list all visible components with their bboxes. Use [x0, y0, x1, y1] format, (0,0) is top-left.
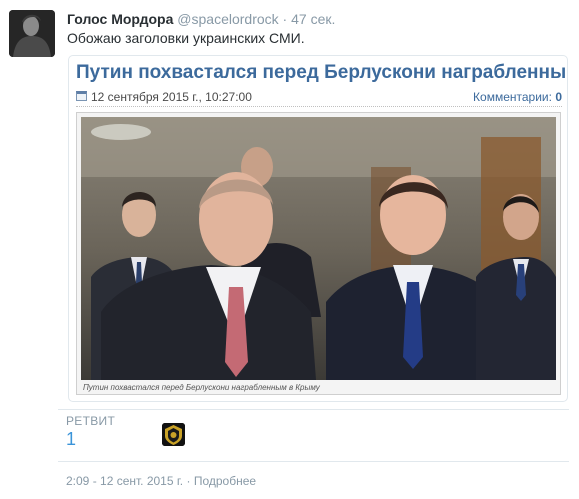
comments-count: 0 [555, 90, 562, 104]
tweet-footer: 2:09 - 12 сент. 2015 г. · Подробнее [66, 474, 256, 488]
author-avatar[interactable] [9, 10, 55, 57]
link-card[interactable]: Путин похвастался перед Берлускони награ… [68, 55, 568, 402]
photo-caption: Путин похвастался перед Берлускони награ… [83, 383, 320, 392]
author-handle[interactable]: @spacelordrock [177, 11, 278, 27]
tweet-header: Голос Мордора @spacelordrock · 47 сек. [67, 11, 335, 27]
card-headline[interactable]: Путин похвастался перед Берлускони награ… [76, 62, 567, 84]
tweet-relative-time[interactable]: 47 сек. [291, 11, 335, 27]
stats-top-divider [58, 409, 569, 410]
retweets-count[interactable]: 1 [66, 429, 115, 450]
card-meta: 12 сентября 2015 г., 10:27:00 Комментари… [76, 90, 562, 107]
header-separator: · [282, 11, 288, 27]
article-photo[interactable] [81, 117, 556, 380]
article-photo-frame: Путин похвастался перед Берлускони награ… [76, 112, 561, 395]
footer-separator: · [186, 474, 191, 488]
retweeter-avatar[interactable] [162, 423, 185, 446]
article-date: 12 сентября 2015 г., 10:27:00 [91, 90, 252, 104]
details-link[interactable]: Подробнее [194, 474, 256, 488]
comments-link[interactable]: Комментарии: 0 [473, 90, 562, 104]
author-name[interactable]: Голос Мордора [67, 11, 173, 27]
retweets-label: РЕТВИТ [66, 414, 116, 428]
comments-label: Комментарии: [473, 90, 552, 104]
tweet-text: Обожаю заголовки украинских СМИ. [67, 30, 305, 46]
tweet-timestamp[interactable]: 2:09 - 12 сент. 2015 г. [66, 474, 183, 488]
retweet-stats[interactable]: РЕТВИТ 1 [66, 414, 115, 450]
calendar-icon [76, 91, 87, 101]
stats-bottom-divider [58, 461, 569, 462]
